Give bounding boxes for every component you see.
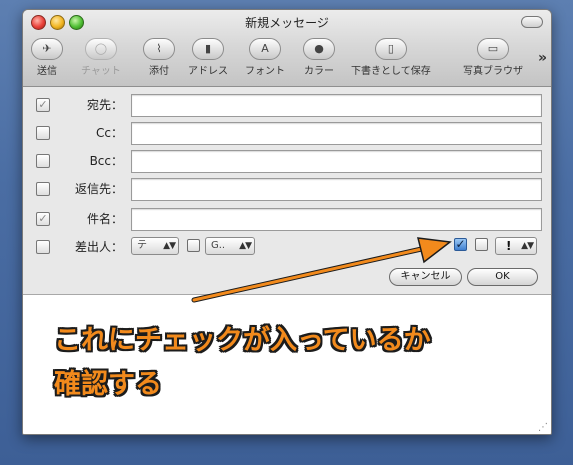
resize-grip-icon[interactable]: ⋰ (538, 422, 548, 433)
reply-to-label: 返信先： (74, 182, 123, 196)
toolbar-send-label: 送信 (37, 66, 57, 77)
ok-button[interactable]: OK (467, 268, 538, 286)
cc-row: Cc： (23, 121, 551, 145)
from-account-popup[interactable]: テ ▲▼ (131, 237, 179, 255)
toolbar-chat-label: チャット (81, 66, 121, 77)
popup-arrows-icon: ▲▼ (239, 241, 252, 251)
to-row: ✓ 宛先： (23, 93, 551, 117)
toolbar-address-button[interactable]: ▮ アドレス (188, 38, 228, 77)
annotation-line-1: これにチェックが入っているか (54, 325, 431, 356)
header-fields: ✓ 宛先： Cc： Bcc： 返信先： ✓ 件名： 差出人： テ ▲▼ G.. … (23, 87, 551, 292)
toolbar-attach-label: 添付 (149, 66, 169, 77)
highlighted-checkbox[interactable]: ✓ (454, 238, 467, 251)
to-field[interactable] (131, 94, 542, 117)
toolbar-color-label: カラー (304, 66, 334, 77)
bcc-field[interactable] (131, 150, 542, 173)
toolbar-save-draft-label: 下書きとして保存 (351, 66, 431, 77)
popup-arrows-icon: ▲▼ (163, 241, 176, 251)
bcc-checkbox[interactable] (36, 154, 50, 168)
from-row: 差出人： テ ▲▼ G.. ▲▼ ✓ ! ▲▼ (23, 235, 551, 257)
toolbar-address-label: アドレス (188, 66, 228, 77)
cc-field[interactable] (131, 122, 542, 145)
window-title: 新規メッセージ (245, 16, 329, 30)
toolbar-attach-button[interactable]: ⌇ 添付 (143, 38, 175, 77)
reply-to-row: 返信先： (23, 177, 551, 201)
font-icon: A (249, 38, 281, 60)
toolbar-photo-browser-button[interactable]: ▭ 写真ブラウザ (463, 38, 523, 77)
cc-checkbox[interactable] (36, 126, 50, 140)
save-draft-icon: ▯ (374, 38, 407, 60)
subject-field[interactable] (131, 208, 542, 231)
from-checkbox[interactable] (36, 240, 50, 254)
subject-checkbox[interactable]: ✓ (36, 212, 50, 226)
from-account-value: テ (137, 240, 147, 251)
priority-value: ! (506, 239, 512, 253)
toolbar-color-button[interactable]: ● カラー (303, 38, 335, 77)
from-label: 差出人： (74, 240, 123, 254)
subject-label: 件名： (86, 212, 123, 226)
toolbar-font-label: フォント (245, 66, 285, 77)
signature-checkbox[interactable] (187, 239, 200, 252)
reply-to-checkbox[interactable] (36, 182, 50, 196)
toolbar-toggle-button[interactable] (521, 16, 543, 28)
toolbar-chat-button[interactable]: ◯ チャット (81, 38, 121, 77)
bcc-row: Bcc： (23, 149, 551, 173)
second-checkbox[interactable] (475, 238, 488, 251)
toolbar-photo-browser-label: 写真ブラウザ (463, 66, 523, 77)
chat-icon: ◯ (84, 38, 117, 60)
popup-arrows-icon: ▲▼ (521, 241, 534, 251)
send-icon: ✈ (31, 38, 63, 60)
paperclip-icon: ⌇ (143, 38, 175, 60)
bcc-label: Bcc： (89, 154, 123, 168)
photo-browser-icon: ▭ (477, 38, 509, 60)
cc-label: Cc： (96, 126, 123, 140)
cancel-button[interactable]: キャンセル (389, 268, 462, 286)
toolbar-overflow-icon[interactable]: » (538, 50, 547, 66)
signature-popup[interactable]: G.. ▲▼ (205, 237, 255, 255)
signature-value: G.. (211, 240, 226, 251)
annotation-line-2: 確認する (54, 369, 162, 400)
to-label: 宛先： (86, 98, 123, 112)
subject-row: ✓ 件名： (23, 207, 551, 231)
to-checkbox[interactable]: ✓ (36, 98, 50, 112)
reply-to-field[interactable] (131, 178, 542, 201)
toolbar-save-draft-button[interactable]: ▯ 下書きとして保存 (351, 38, 431, 77)
toolbar-font-button[interactable]: A フォント (245, 38, 285, 77)
color-wheel-icon: ● (303, 38, 335, 60)
priority-popup[interactable]: ! ▲▼ (495, 237, 537, 255)
toolbar-send-button[interactable]: ✈ 送信 (31, 38, 63, 77)
title-bar: 新規メッセージ ✈ 送信 ◯ チャット ⌇ 添付 ▮ アドレス A フォント ●… (23, 10, 551, 87)
address-book-icon: ▮ (192, 38, 224, 60)
